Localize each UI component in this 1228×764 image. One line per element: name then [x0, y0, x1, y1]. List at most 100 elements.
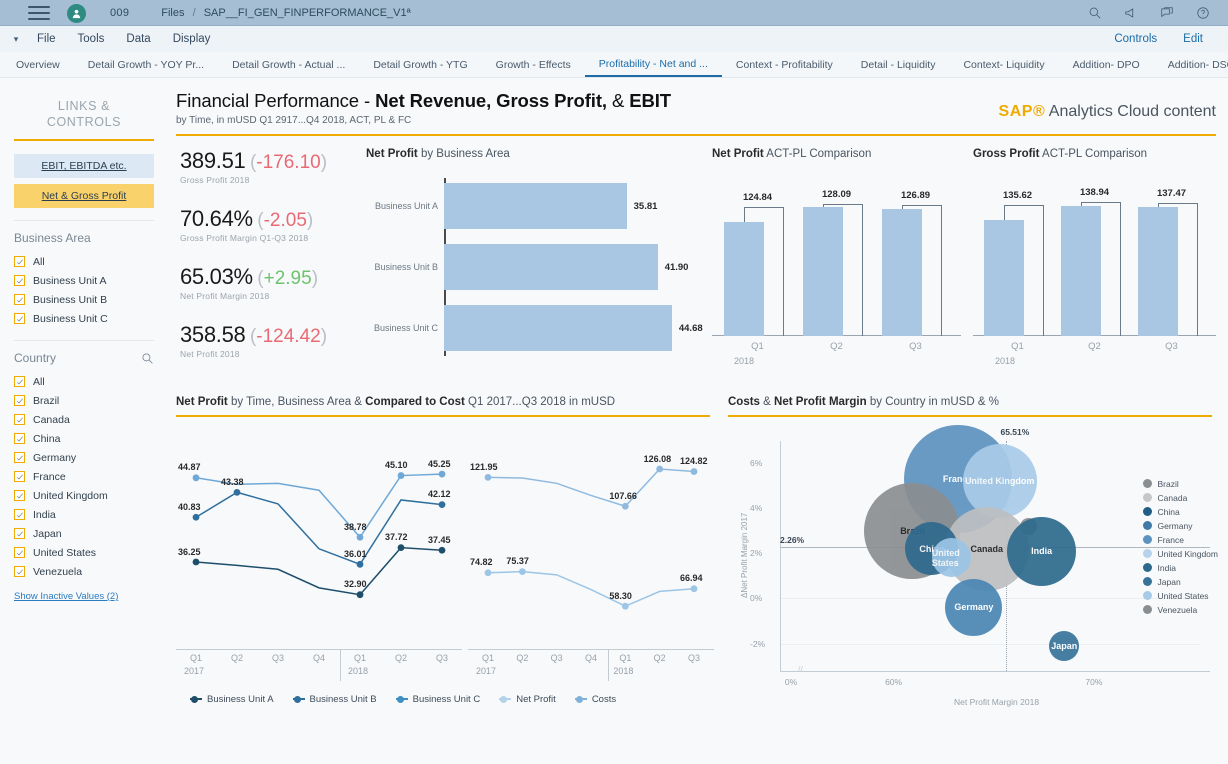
checkbox[interactable]	[14, 452, 25, 463]
data-point[interactable]	[397, 543, 405, 551]
filter-country-china[interactable]: China	[14, 429, 154, 448]
bar-group[interactable]: 128.09	[801, 186, 873, 336]
data-point[interactable]	[356, 590, 364, 598]
data-point[interactable]	[192, 558, 200, 565]
data-point[interactable]	[233, 488, 241, 496]
data-point[interactable]	[356, 560, 364, 568]
legend-item-venezuela[interactable]: Venezuela	[1142, 603, 1218, 617]
bar-actual[interactable]	[723, 221, 764, 336]
data-point[interactable]	[484, 473, 492, 481]
controls-button[interactable]: Controls	[1103, 33, 1168, 45]
bar-group[interactable]: 137.47	[1136, 186, 1208, 336]
breadcrumb-file[interactable]: SAP__FI_GEN_FINPERFORMANCE_V1ª	[204, 7, 411, 19]
bar-actual[interactable]	[802, 206, 843, 336]
filter-country-brazil[interactable]: Brazil	[14, 391, 154, 410]
legend-item-japan[interactable]: Japan	[1142, 575, 1218, 589]
breadcrumb[interactable]: Files / SAP__FI_GEN_FINPERFORMANCE_V1ª	[161, 7, 410, 19]
filter-country-france[interactable]: France	[14, 467, 154, 486]
menu-item-data[interactable]: Data	[115, 33, 161, 45]
tab-overview[interactable]: Overview	[0, 52, 74, 77]
checkbox[interactable]	[14, 566, 25, 577]
filter-country-japan[interactable]: Japan	[14, 524, 154, 543]
filter-country-canada[interactable]: Canada	[14, 410, 154, 429]
checkbox[interactable]	[14, 395, 25, 406]
data-point[interactable]	[621, 602, 629, 610]
legend-item-business-unit-b[interactable]: Business Unit B	[292, 694, 377, 705]
filter-business-area-business-unit-c[interactable]: Business Unit C	[14, 309, 154, 328]
bar-actual[interactable]	[881, 208, 922, 336]
bubble-india[interactable]: India	[1007, 516, 1077, 586]
legend-item-france[interactable]: France	[1142, 533, 1218, 547]
checkbox[interactable]	[14, 471, 25, 482]
checkbox[interactable]	[14, 433, 25, 444]
search-icon[interactable]	[141, 352, 154, 365]
collaboration-icon[interactable]	[1159, 6, 1174, 21]
data-point[interactable]	[438, 546, 446, 554]
data-point[interactable]	[192, 473, 200, 481]
filter-country-united-states[interactable]: United States	[14, 543, 154, 562]
tab-context-liquidity[interactable]: Context- Liquidity	[949, 52, 1058, 77]
bubble-germany[interactable]: Germany	[945, 578, 1003, 636]
bar[interactable]	[444, 244, 658, 290]
legend-item-united-states[interactable]: United States	[1142, 589, 1218, 603]
data-point[interactable]	[484, 568, 492, 576]
tab-profitability-net-and[interactable]: Profitability - Net and ...	[584, 52, 722, 77]
show-inactive-values-link[interactable]: Show Inactive Values (2)	[14, 591, 154, 602]
filter-country-united-kingdom[interactable]: United Kingdom	[14, 486, 154, 505]
tab-detail-growth-yoy-pr[interactable]: Detail Growth - YOY Pr...	[74, 52, 218, 77]
breadcrumb-root[interactable]: Files	[161, 7, 184, 19]
data-point[interactable]	[397, 471, 405, 479]
checkbox[interactable]	[14, 294, 25, 305]
data-point[interactable]	[656, 465, 664, 472]
legend-item-india[interactable]: India	[1142, 561, 1218, 575]
legend-item-business-unit-a[interactable]: Business Unit A	[190, 694, 274, 705]
checkbox[interactable]	[14, 275, 25, 286]
data-point[interactable]	[518, 567, 526, 575]
link-net-gross-profit[interactable]: Net & Gross Profit	[14, 184, 154, 208]
checkbox[interactable]	[14, 376, 25, 387]
data-point[interactable]	[438, 470, 446, 478]
filter-country-india[interactable]: India	[14, 505, 154, 524]
checkbox[interactable]	[14, 490, 25, 501]
filter-business-area-all[interactable]: All	[14, 252, 154, 271]
legend-item-costs[interactable]: Costs	[574, 694, 616, 705]
legend-item-china[interactable]: China	[1142, 505, 1218, 519]
tab-addition-dpo[interactable]: Addition- DPO	[1059, 52, 1154, 77]
filter-country-venezuela[interactable]: Venezuela	[14, 562, 154, 581]
data-point[interactable]	[356, 533, 364, 541]
checkbox[interactable]	[14, 547, 25, 558]
bar-group[interactable]: 135.62	[982, 186, 1054, 336]
bar-row[interactable]: Business Unit C 44.68	[374, 304, 706, 352]
checkbox[interactable]	[14, 509, 25, 520]
legend-item-canada[interactable]: Canada	[1142, 491, 1218, 505]
bar-group[interactable]: 126.89	[880, 186, 952, 336]
legend-item-brazil[interactable]: Brazil	[1142, 477, 1218, 491]
bubble-united-kingdom[interactable]: United Kingdom	[962, 444, 1037, 519]
data-point[interactable]	[192, 513, 200, 521]
hamburger-icon[interactable]	[28, 6, 50, 20]
bar[interactable]	[444, 305, 672, 351]
tab-context-profitability[interactable]: Context - Profitability	[722, 52, 847, 77]
legend-item-business-unit-c[interactable]: Business Unit C	[395, 694, 480, 705]
link-ebit-ebitda[interactable]: EBIT, EBITDA etc.	[14, 154, 154, 178]
tab-addition-dso[interactable]: Addition- DSO	[1154, 52, 1228, 77]
filter-country-all[interactable]: All	[14, 372, 154, 391]
data-point[interactable]	[438, 500, 446, 508]
search-icon[interactable]	[1087, 6, 1102, 21]
checkbox[interactable]	[14, 414, 25, 425]
tab-detail-growth-ytg[interactable]: Detail Growth - YTG	[359, 52, 481, 77]
data-point[interactable]	[690, 584, 698, 592]
bar-actual[interactable]	[983, 219, 1024, 336]
legend-item-united-kingdom[interactable]: United Kingdom	[1142, 547, 1218, 561]
bar-group[interactable]: 124.84	[722, 186, 794, 336]
user-avatar-icon[interactable]	[67, 3, 86, 23]
checkbox[interactable]	[14, 528, 25, 539]
bar-actual[interactable]	[1137, 207, 1178, 336]
tab-detail-growth-actual[interactable]: Detail Growth - Actual ...	[218, 52, 359, 77]
filter-business-area-business-unit-a[interactable]: Business Unit A	[14, 271, 154, 290]
tab-growth-effects[interactable]: Growth - Effects	[482, 52, 585, 77]
bubble-japan[interactable]: Japan	[1049, 630, 1080, 661]
checkbox[interactable]	[14, 256, 25, 267]
menu-item-file[interactable]: File	[26, 33, 67, 45]
filter-business-area-business-unit-b[interactable]: Business Unit B	[14, 290, 154, 309]
